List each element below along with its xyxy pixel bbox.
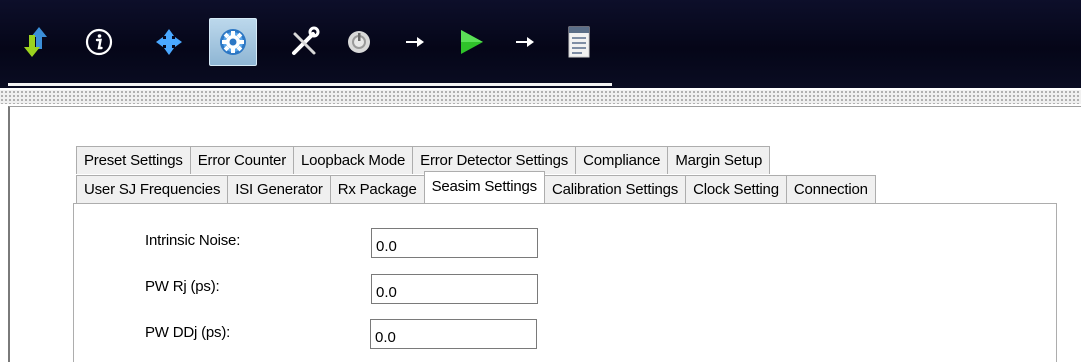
report-icon — [568, 26, 590, 58]
tab-calibration-settings[interactable]: Calibration Settings — [543, 175, 687, 203]
report-button[interactable] — [555, 18, 603, 66]
step-arrow — [400, 18, 430, 66]
main-toolbar — [0, 0, 1081, 88]
intrinsic-noise-label: Intrinsic Noise: — [145, 232, 241, 249]
tab-content: Intrinsic Noise: PW Rj (ps): PW DDj (ps)… — [73, 203, 1057, 362]
pw-rj-input[interactable] — [371, 274, 538, 304]
intrinsic-noise-input[interactable] — [371, 228, 538, 258]
tab-user-sj-frequencies[interactable]: User SJ Frequencies — [76, 175, 229, 203]
tab-isi-generator[interactable]: ISI Generator — [227, 175, 331, 203]
tab-compliance[interactable]: Compliance — [575, 146, 669, 174]
power-button[interactable] — [335, 18, 383, 66]
tab-margin-setup[interactable]: Margin Setup — [667, 146, 771, 174]
tab-loopback-mode[interactable]: Loopback Mode — [293, 146, 414, 174]
arrow-right-icon — [516, 37, 534, 47]
tools-button[interactable] — [280, 18, 328, 66]
move-button[interactable] — [145, 18, 193, 66]
pw-ddj-label: PW DDj (ps): — [145, 324, 231, 341]
tab-preset-settings[interactable]: Preset Settings — [76, 146, 191, 174]
info-icon — [85, 28, 113, 56]
gear-icon — [220, 29, 246, 55]
up-down-arrows-icon — [24, 27, 47, 57]
tab-rx-package[interactable]: Rx Package — [329, 175, 425, 203]
toolbar-underline — [8, 83, 612, 86]
arrow-right-icon — [406, 37, 424, 47]
move-arrows-icon — [156, 29, 182, 55]
run-button[interactable] — [447, 18, 495, 66]
play-icon — [461, 30, 483, 54]
tools-icon — [292, 26, 320, 55]
settings-button[interactable] — [209, 18, 257, 66]
tab-error-detector-settings[interactable]: Error Detector Settings — [412, 146, 577, 174]
power-icon — [348, 31, 370, 53]
tab-seasim-settings[interactable]: Seasim Settings — [423, 171, 545, 203]
pw-ddj-input[interactable] — [370, 319, 537, 349]
tab-row-2: User SJ Frequencies ISI Generator Rx Pac… — [76, 171, 876, 203]
step-arrow-2 — [510, 18, 540, 66]
splitter[interactable] — [0, 90, 1081, 104]
info-button[interactable] — [75, 18, 123, 66]
tab-row-1: Preset Settings Error Counter Loopback M… — [76, 146, 771, 174]
pw-rj-label: PW Rj (ps): — [145, 278, 220, 295]
tab-connection[interactable]: Connection — [785, 175, 876, 203]
tab-clock-setting[interactable]: Clock Setting — [685, 175, 787, 203]
tab-error-counter[interactable]: Error Counter — [189, 146, 294, 174]
transfer-button[interactable] — [12, 18, 60, 66]
